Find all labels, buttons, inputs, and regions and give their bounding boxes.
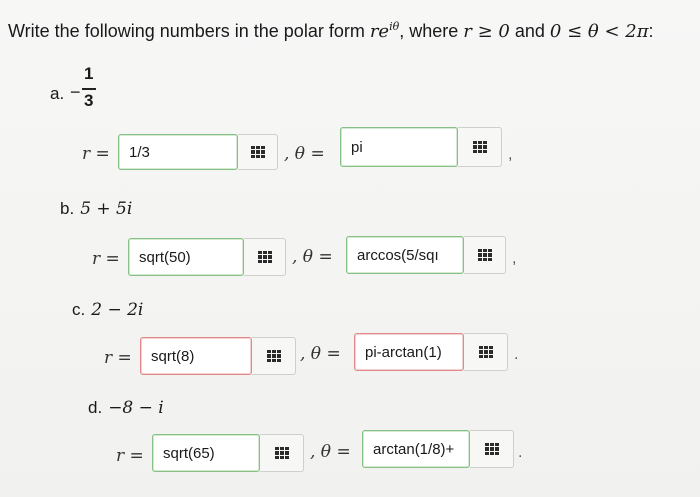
part-c-theta-palette-button[interactable] bbox=[464, 333, 508, 371]
equation-palette-icon bbox=[472, 141, 487, 153]
part-d-letter: d. bbox=[88, 398, 103, 417]
part-d-theta-input[interactable]: arctan(1/8)+ bbox=[362, 430, 470, 468]
part-a-sign: − bbox=[70, 82, 81, 102]
part-b-r-label: r = bbox=[92, 249, 120, 269]
equation-palette-icon bbox=[257, 251, 272, 263]
part-d-r-input[interactable]: sqrt(65) bbox=[152, 434, 260, 472]
condition-theta: 0 ≤ θ < 2π bbox=[549, 21, 649, 42]
part-b-letter: b. bbox=[60, 199, 75, 218]
part-c-theta-input[interactable]: pi-arctan(1) bbox=[354, 333, 464, 371]
part-c-r-input[interactable]: sqrt(8) bbox=[140, 337, 252, 375]
equation-palette-icon bbox=[250, 146, 265, 158]
part-a-denominator: 3 bbox=[84, 91, 94, 110]
polar-form: reiθ bbox=[369, 20, 400, 42]
part-c-expression: c. 2 − 2i bbox=[72, 300, 144, 320]
part-a-expression: a. − 1 3 bbox=[50, 64, 130, 120]
part-c-theta-label: , θ = bbox=[300, 344, 341, 364]
question-page: Write the following numbers in the polar… bbox=[0, 0, 700, 497]
part-b-r-palette-button[interactable] bbox=[244, 238, 286, 276]
prompt-prefix: Write the following numbers in the polar… bbox=[8, 21, 370, 41]
part-c-r-palette-button[interactable] bbox=[252, 337, 296, 375]
part-b-r-input[interactable]: sqrt(50) bbox=[128, 238, 244, 276]
part-a-r-label: r = bbox=[82, 144, 110, 164]
part-c-letter: c. bbox=[72, 300, 86, 319]
fraction-bar bbox=[82, 88, 96, 90]
equation-palette-icon bbox=[266, 350, 281, 362]
part-d-r-label: r = bbox=[116, 446, 144, 466]
condition-r: r ≥ 0 bbox=[463, 21, 510, 42]
part-d-theta-label: , θ = bbox=[310, 442, 351, 462]
part-c-r-label: r = bbox=[104, 348, 132, 368]
part-b-theta-label: , θ = bbox=[292, 247, 333, 267]
part-a-end: , bbox=[508, 146, 513, 163]
part-d-expression: d. −8 − i bbox=[88, 398, 164, 418]
part-d-r-palette-button[interactable] bbox=[260, 434, 304, 472]
equation-palette-icon bbox=[478, 346, 493, 358]
part-b-expression: b. 5 + 5i bbox=[60, 199, 133, 219]
part-d-theta-palette-button[interactable] bbox=[470, 430, 514, 468]
part-a-theta-palette-button[interactable] bbox=[458, 127, 502, 167]
part-c-end: . bbox=[514, 346, 519, 363]
equation-palette-icon bbox=[484, 443, 499, 455]
part-a-theta-label: , θ = bbox=[284, 144, 325, 164]
part-a-numerator: 1 bbox=[84, 64, 94, 83]
question-prompt: Write the following numbers in the polar… bbox=[8, 20, 654, 42]
equation-palette-icon bbox=[477, 249, 492, 261]
part-a-theta-input[interactable]: pi bbox=[340, 127, 458, 167]
part-b-end: , bbox=[512, 250, 517, 267]
part-a-r-input[interactable]: 1/3 bbox=[118, 134, 238, 170]
part-a-letter: a. bbox=[50, 84, 65, 103]
part-d-end: . bbox=[518, 444, 523, 461]
equation-palette-icon bbox=[274, 447, 289, 459]
part-b-theta-input[interactable]: arccos(5/sqı bbox=[346, 236, 464, 274]
part-b-theta-palette-button[interactable] bbox=[464, 236, 506, 274]
part-a-r-palette-button[interactable] bbox=[238, 134, 278, 170]
